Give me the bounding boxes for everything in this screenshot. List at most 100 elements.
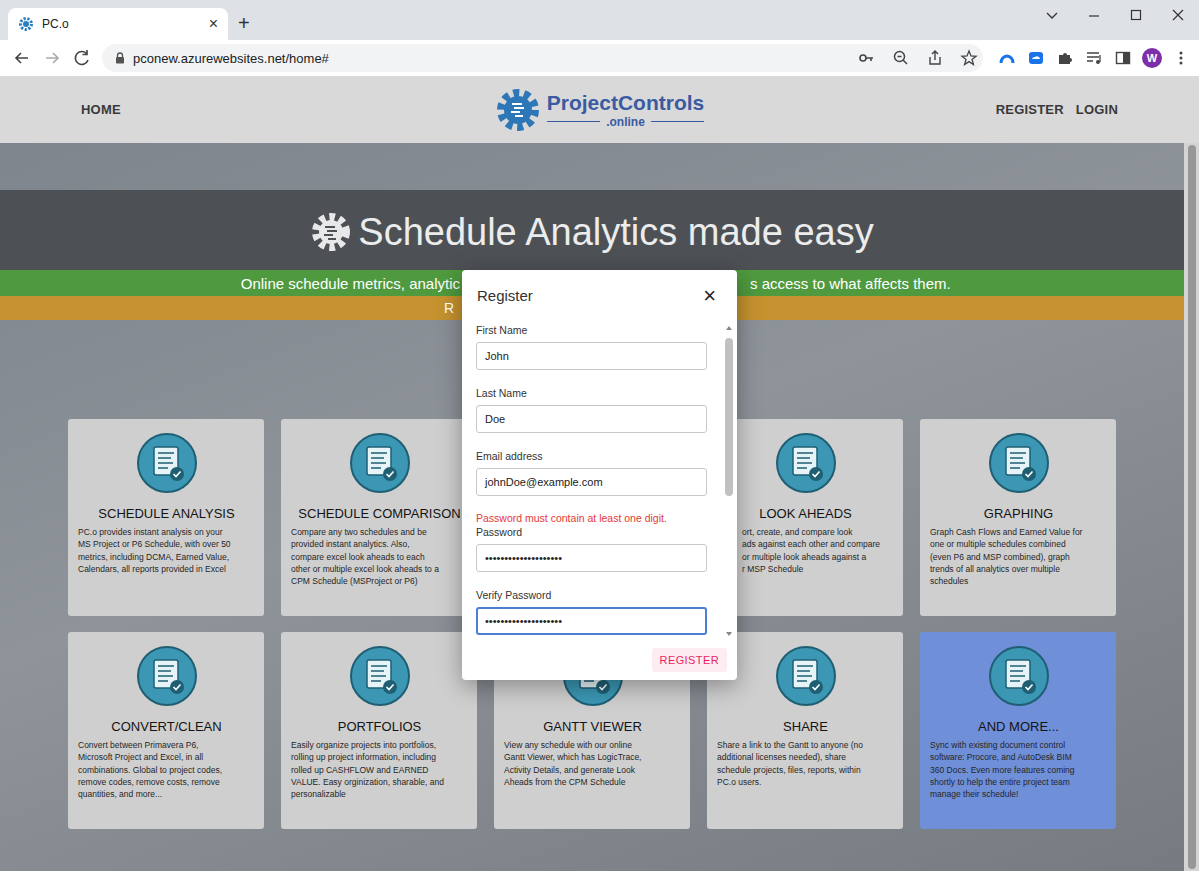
card-title: GANTT VIEWER [504,719,681,735]
url-text: pconew.azurewebsites.net/home# [133,51,847,66]
card-description: Convert between Primavera P6,Microsoft P… [78,739,255,800]
address-bar[interactable]: pconew.azurewebsites.net/home# [102,44,983,72]
nav-left: HOME [81,102,495,117]
feature-icon [988,645,1050,707]
browser-tab[interactable]: PC.o × [8,8,228,40]
nav-right: REGISTER LOGIN [704,102,1118,117]
logo-gear-icon [495,87,541,133]
feature-icon [349,432,411,494]
card-description: View any schedule with our onlineGantt V… [504,739,681,788]
close-window-icon[interactable] [1157,0,1199,32]
logo-title: ProjectControls [547,91,705,115]
dialog-footer: REGISTER [462,640,737,680]
register-button[interactable]: REGISTER [652,648,727,672]
field-label: Verify Password [476,588,723,602]
banner-text: R [0,300,462,316]
logo-text: ProjectControls .online [547,91,705,129]
error-message: Password must contain at least one digit… [476,512,723,525]
banner-text: s access to what affects them. [737,275,1184,292]
card-description: Compare any two schedules and beprovided… [291,526,468,587]
field-label: Last Name [476,386,723,400]
feature-card[interactable]: SCHEDULE ANALYSIS PC.o provides instant … [68,419,264,616]
form-fields: First Name John Last Name Doe Email addr… [462,320,723,640]
maximize-icon[interactable] [1115,0,1157,32]
reload-icon[interactable] [68,44,96,72]
card-description: Graph Cash Flows and Earned Value forone… [930,526,1107,587]
gear-icon [18,16,34,32]
close-button[interactable]: × [703,286,722,306]
card-title: AND MORE... [930,719,1107,735]
card-description: PC.o provides instant analysis on yourMS… [78,526,255,575]
card-title: CONVERT/CLEAN [78,719,255,735]
tab-close-button[interactable]: × [209,16,218,32]
field-label: First Name [476,323,723,337]
scroll-down-icon[interactable] [726,632,732,636]
key-icon[interactable] [853,44,881,72]
gear-icon [310,211,352,253]
feature-icon [136,432,198,494]
nav-link[interactable]: HOME [81,102,121,117]
logo-subtitle: .online [547,115,705,129]
text-input[interactable]: Doe [476,405,707,433]
form-field: Email address johnDoe@example.com [476,449,723,496]
profile-button[interactable]: W [1138,44,1166,72]
register-dialog: Register × First Name John Last Name Doe… [462,270,737,680]
feature-icon [775,645,837,707]
page-scrollbar[interactable] [1184,143,1199,871]
text-input[interactable]: johnDoe@example.com [476,468,707,496]
hero-band: Schedule Analytics made easy [0,190,1184,270]
minimize-icon[interactable] [1073,0,1115,32]
card-title: SHARE [717,719,894,735]
card-description: Sync with existing document controlsoftw… [930,739,1107,800]
feature-icon [136,645,198,707]
feature-card[interactable]: AND MORE... Sync with existing document … [920,632,1116,829]
card-description: Share a link to the Gantt to anyone (noa… [717,739,894,788]
form-field: Password must contain at least one digit… [476,512,723,572]
text-input[interactable]: John [476,342,707,370]
card-description: Easily organize projects into portfolios… [291,739,468,800]
sidebar-icon[interactable] [1109,44,1137,72]
feature-card[interactable]: PORTFOLIOS Easily organize projects into… [281,632,477,829]
media-list-icon[interactable] [1080,44,1108,72]
lock-icon [113,51,127,65]
logo[interactable]: ProjectControls .online [495,87,705,133]
toolbar: pconew.azurewebsites.net/home# W [0,40,1199,76]
web-page: HOME ProjectControls .online REGISTER LOG… [0,76,1199,871]
nav-link[interactable]: LOGIN [1076,102,1118,117]
forward-arrow-icon[interactable] [38,44,66,72]
menu-dots-icon[interactable] [1167,44,1195,72]
arch-extension-icon[interactable] [993,44,1021,72]
scroll-thumb[interactable] [1188,145,1196,869]
text-input[interactable]: •••••••••••••••••••• [476,544,707,572]
form-field: First Name John [476,323,723,370]
feature-card[interactable]: SCHEDULE COMPARISON Compare any two sche… [281,419,477,616]
card-title: GRAPHING [930,506,1107,522]
scroll-up-icon[interactable] [726,326,732,330]
feature-card[interactable]: GRAPHING Graph Cash Flows and Earned Val… [920,419,1116,616]
card-title: PORTFOLIOS [291,719,468,735]
tab-title: PC.o [42,17,201,31]
nav-link[interactable]: REGISTER [996,102,1064,117]
field-label: Email address [476,449,723,463]
page-body: Schedule Analytics made easy Online sche… [0,143,1199,871]
text-input[interactable]: •••••••••••••••••••• [476,607,707,635]
dialog-title: Register [477,286,533,306]
share-icon[interactable] [921,44,949,72]
dialog-scrollbar[interactable] [723,320,735,640]
scroll-thumb[interactable] [725,338,733,496]
zoom-icon[interactable] [887,44,915,72]
card-title: SCHEDULE ANALYSIS [78,506,255,522]
feature-icon [988,432,1050,494]
hero-title: Schedule Analytics made easy [358,209,873,255]
form-field: Last Name Doe [476,386,723,433]
back-arrow-icon[interactable] [8,44,36,72]
star-icon[interactable] [955,44,983,72]
cloud-icon[interactable] [1022,44,1050,72]
feature-card[interactable]: CONVERT/CLEAN Convert between Primavera … [68,632,264,829]
puzzle-icon[interactable] [1051,44,1079,72]
field-label: Password [476,525,723,539]
new-tab-button[interactable]: + [238,13,250,33]
chevron-down-icon[interactable] [1031,0,1073,32]
tab-bar: PC.o × + [0,0,1199,40]
profile-avatar: W [1142,48,1162,68]
